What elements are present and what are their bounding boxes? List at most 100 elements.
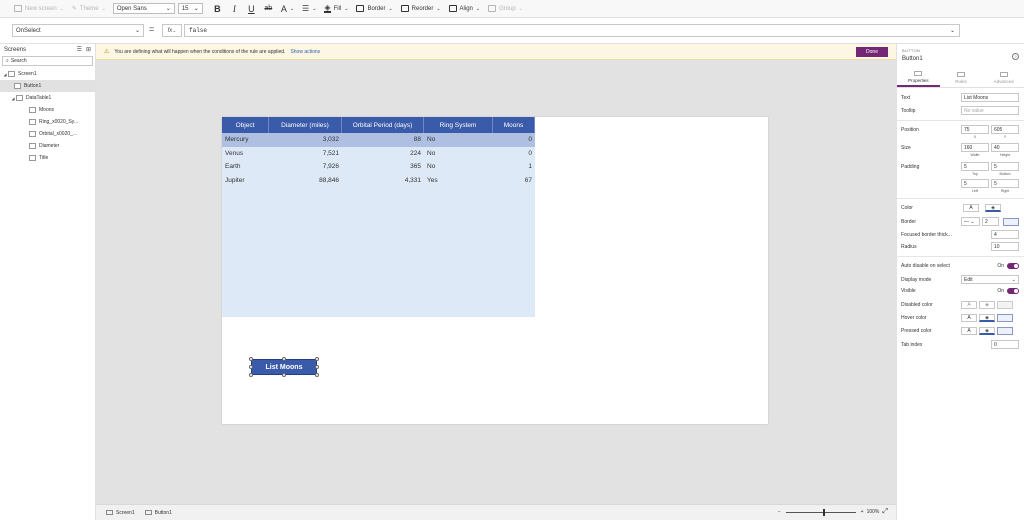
padding-left-input[interactable]: 5	[961, 179, 989, 188]
padding-right-input[interactable]: 5	[991, 179, 1019, 188]
tree-item-button1[interactable]: Button1	[0, 80, 95, 92]
show-actions-link[interactable]: Show actions	[290, 49, 320, 55]
position-x-input[interactable]: 75	[961, 125, 989, 134]
underline-button[interactable]: U	[243, 4, 260, 14]
property-select[interactable]: OnSelect ⌄	[12, 24, 144, 37]
text-align-button[interactable]: ☰ ⌄	[298, 2, 320, 16]
resize-handle[interactable]	[282, 373, 286, 377]
app-screen[interactable]: Object Diameter (miles) Orbital Period (…	[222, 117, 768, 424]
position-y-input[interactable]: 605	[991, 125, 1019, 134]
fill-color-swatch[interactable]: ◈	[985, 204, 1001, 212]
font-color-button[interactable]: A ⌄	[277, 2, 298, 16]
resize-handle[interactable]	[249, 365, 253, 369]
formula-input[interactable]: false ⌄	[184, 24, 960, 37]
border-width-input[interactable]: 2	[982, 217, 999, 226]
tree-item-moons[interactable]: Moons	[0, 104, 95, 116]
text-input[interactable]: List Moons	[961, 93, 1019, 102]
height-input[interactable]: 40	[991, 143, 1019, 152]
visible-toggle[interactable]: On	[997, 288, 1019, 294]
tab-properties[interactable]: Properties	[897, 68, 940, 87]
disabled-border-color-swatch[interactable]	[997, 301, 1013, 309]
zoom-out-button[interactable]: −	[778, 509, 781, 515]
zoom-slider-thumb[interactable]	[822, 508, 825, 516]
done-button[interactable]: Done	[856, 47, 888, 57]
toggle-switch[interactable]	[1007, 263, 1019, 269]
tab-index-input[interactable]: 0	[991, 340, 1019, 349]
tree-item-ring-system[interactable]: Ring_x0020_Sy...	[0, 116, 95, 128]
text-color-swatch[interactable]: A	[963, 204, 979, 212]
zoom-slider[interactable]	[785, 508, 856, 516]
table-row[interactable]: Jupiter 88,846 4,331 Yes 67	[222, 174, 535, 188]
pressed-text-color-swatch[interactable]: A	[961, 327, 977, 335]
column-header[interactable]: Ring System	[424, 117, 493, 133]
column-header[interactable]: Diameter (miles)	[269, 117, 342, 133]
tree-search-input[interactable]: ⌕ Search	[2, 56, 93, 66]
new-screen-button[interactable]: New screen ⌄	[10, 2, 68, 16]
border-color-swatch[interactable]	[1003, 217, 1019, 226]
fit-to-window-icon[interactable]: ⤢	[882, 508, 888, 516]
breadcrumb-screen[interactable]: Screen1	[106, 510, 135, 516]
font-select[interactable]: Open Sans ⌄	[112, 3, 175, 14]
control-type: BUTTON	[902, 48, 921, 53]
column-header[interactable]: Moons	[493, 117, 535, 133]
pressed-fill-color-swatch[interactable]: ◈	[979, 327, 995, 335]
hover-text-color-swatch[interactable]: A	[961, 314, 977, 322]
disabled-text-color-swatch[interactable]: A	[961, 301, 977, 309]
padding-bottom-input[interactable]: 5	[991, 162, 1019, 171]
fill-button[interactable]: ◈ Fill ⌄	[320, 2, 352, 16]
tab-rules[interactable]: Rules	[940, 68, 983, 87]
button-selection[interactable]: List Moons	[249, 357, 319, 377]
column-header[interactable]: Orbital Period (days)	[342, 117, 424, 133]
resize-handle[interactable]	[315, 357, 319, 361]
reorder-button[interactable]: Reorder ⌄	[397, 2, 445, 16]
resize-handle[interactable]	[315, 365, 319, 369]
tree-item-title[interactable]: Title	[0, 152, 95, 164]
toggle-switch[interactable]	[1007, 288, 1019, 294]
table-row[interactable]: Mercury 3,032 88 No 0	[222, 133, 535, 147]
padding-top-input[interactable]: 5	[961, 162, 989, 171]
tree-item-datatable1[interactable]: ◢ DataTable1	[0, 92, 95, 104]
group-button[interactable]: Group ⌄	[484, 2, 527, 16]
width-input[interactable]: 160	[961, 143, 989, 152]
help-icon[interactable]: ?	[1012, 53, 1019, 60]
data-table[interactable]: Object Diameter (miles) Orbital Period (…	[222, 117, 535, 317]
tree-item-screen1[interactable]: ◢ Screen1	[0, 68, 95, 80]
tooltip-input[interactable]: No value	[961, 106, 1019, 115]
new-screen-label: New screen	[25, 5, 57, 12]
resize-handle[interactable]	[249, 357, 253, 361]
chevron-down-icon[interactable]: ⌄	[950, 27, 955, 34]
hover-fill-color-swatch[interactable]: ◈	[979, 314, 995, 322]
list-view-icon[interactable]: ☰	[77, 46, 82, 53]
hover-border-color-swatch[interactable]	[997, 314, 1013, 322]
tree-item-orbital-period[interactable]: Orbital_x0020_...	[0, 128, 95, 140]
theme-button[interactable]: ✎ Theme ⌄	[68, 2, 110, 16]
tab-advanced[interactable]: Advanced	[982, 68, 1024, 87]
breadcrumb-control[interactable]: Button1	[144, 510, 172, 516]
grid-view-icon[interactable]: ⊞	[86, 46, 91, 53]
fx-button[interactable]: fx ⌄	[162, 24, 182, 37]
zoom-in-button[interactable]: +	[861, 509, 864, 515]
strikethrough-button[interactable]: ab	[260, 5, 277, 12]
border-button[interactable]: Border ⌄	[352, 2, 396, 16]
disabled-fill-color-swatch[interactable]: ◈	[979, 301, 995, 309]
resize-handle[interactable]	[249, 373, 253, 377]
border-style-select[interactable]: — ⌄	[961, 217, 980, 226]
pressed-border-color-swatch[interactable]	[997, 327, 1013, 335]
font-size-select[interactable]: 15 ⌄	[177, 3, 203, 14]
table-row[interactable]: Earth 7,926 365 No 1	[222, 160, 535, 174]
auto-disable-toggle[interactable]: On	[997, 263, 1019, 269]
column-header[interactable]: Object	[222, 117, 269, 133]
display-mode-select[interactable]: Edit ⌄	[961, 275, 1019, 284]
align-button[interactable]: Align ⌄	[445, 2, 485, 16]
radius-input[interactable]: 10	[991, 242, 1019, 251]
search-placeholder: Search	[10, 58, 27, 64]
table-row[interactable]: Venus 7,521 224 No 0	[222, 147, 535, 161]
control-name[interactable]: Button1	[902, 56, 923, 62]
align-label: Align	[459, 5, 473, 12]
bold-button[interactable]: B	[209, 4, 226, 14]
italic-button[interactable]: I	[226, 4, 243, 14]
resize-handle[interactable]	[282, 357, 286, 361]
resize-handle[interactable]	[315, 373, 319, 377]
tree-item-diameter[interactable]: Diameter	[0, 140, 95, 152]
focused-border-input[interactable]: 4	[991, 230, 1019, 239]
